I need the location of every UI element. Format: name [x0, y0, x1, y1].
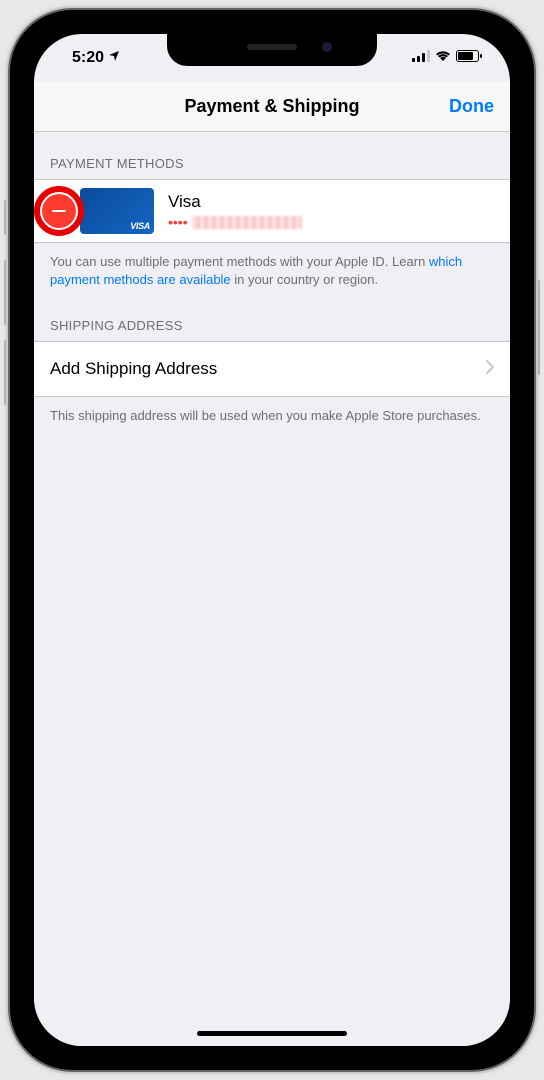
navigation-bar: Payment & Shipping Done [34, 82, 510, 132]
phone-frame: 5:20 [10, 10, 534, 1070]
footnote-prefix: You can use multiple payment methods wit… [50, 254, 429, 269]
delete-payment-button[interactable] [42, 194, 76, 228]
screen: 5:20 [34, 34, 510, 1046]
notch-camera [322, 42, 332, 52]
payment-methods-header: PAYMENT METHODS [34, 132, 510, 179]
page-title: Payment & Shipping [184, 96, 359, 117]
card-number-masked: •••• [168, 214, 302, 230]
footnote-suffix: in your country or region. [231, 272, 378, 287]
chevron-right-icon [486, 360, 494, 379]
wifi-icon [435, 49, 451, 67]
card-logo-text: VISA [130, 221, 150, 231]
home-indicator[interactable] [197, 1031, 347, 1036]
status-time: 5:20 [72, 49, 120, 67]
notch [167, 34, 377, 66]
shipping-footnote: This shipping address will be used when … [34, 397, 510, 433]
notch-speaker [247, 44, 297, 50]
battery-icon [456, 49, 482, 67]
credit-card-icon: VISA [80, 188, 154, 234]
card-info: Visa •••• [168, 192, 302, 230]
phone-power-button [534, 280, 540, 375]
card-brand-label: Visa [168, 192, 302, 212]
card-dots: •••• [168, 214, 188, 230]
location-services-icon [108, 49, 120, 67]
shipping-address-header: SHIPPING ADDRESS [34, 296, 510, 341]
status-icons [412, 49, 482, 67]
done-button[interactable]: Done [449, 96, 494, 117]
add-shipping-label: Add Shipping Address [50, 359, 217, 379]
redacted-card-digits [192, 216, 302, 229]
payment-method-row[interactable]: VISA Visa •••• [34, 179, 510, 243]
content-area: PAYMENT METHODS VISA Visa •••• You can u… [34, 132, 510, 1046]
cellular-signal-icon [412, 49, 430, 67]
time-text: 5:20 [72, 49, 104, 67]
payment-footnote: You can use multiple payment methods wit… [34, 243, 510, 296]
add-shipping-address-row[interactable]: Add Shipping Address [34, 341, 510, 397]
